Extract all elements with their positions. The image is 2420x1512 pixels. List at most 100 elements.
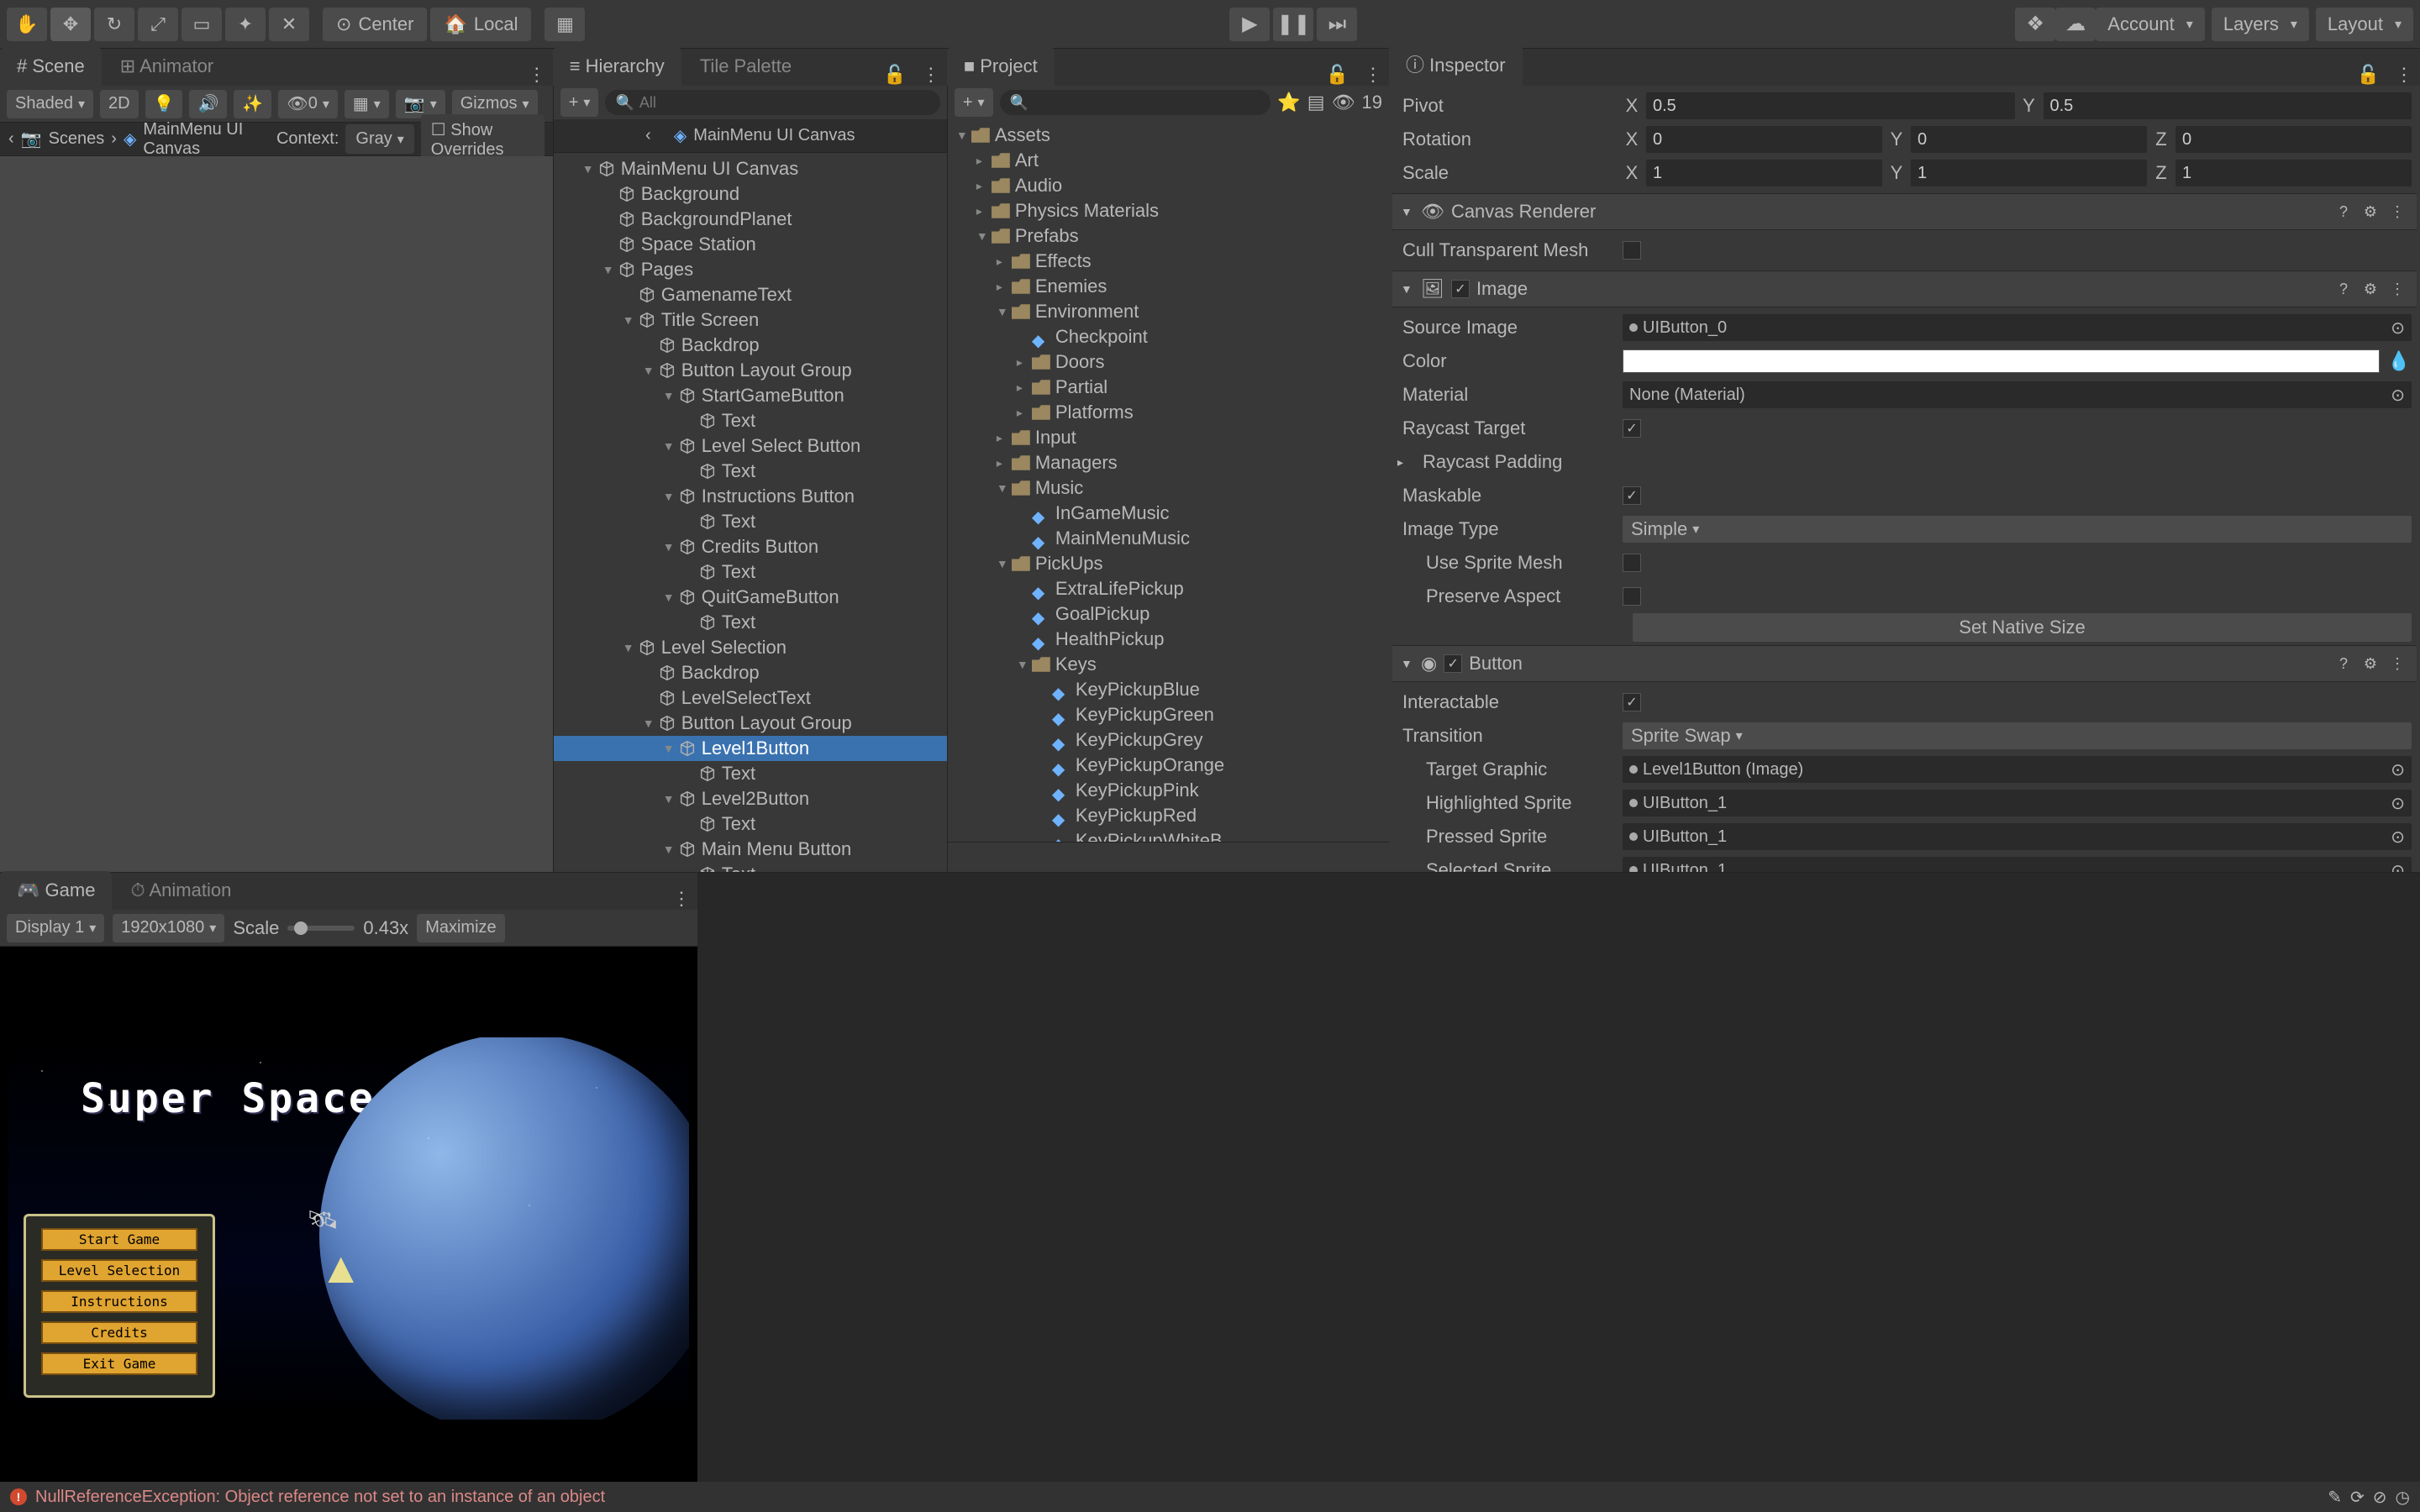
preserve-aspect-checkbox[interactable]	[1623, 587, 1641, 606]
hierarchy-item[interactable]: Space Station	[554, 232, 947, 257]
project-item[interactable]: ▸Physics Materials	[948, 198, 1389, 223]
sprite-mesh-checkbox[interactable]	[1623, 554, 1641, 572]
pivot-x-input[interactable]	[1646, 92, 2015, 119]
project-item[interactable]: KeyPickupBlue	[948, 677, 1389, 702]
resolution-dropdown[interactable]: 1920x1080	[113, 914, 224, 942]
hierarchy-item[interactable]: LevelSelectText	[554, 685, 947, 711]
breadcrumb-scenes[interactable]: Scenes	[49, 129, 105, 149]
console-error[interactable]: NullReferenceException: Object reference…	[35, 1488, 605, 1507]
step-button[interactable]: ⏭	[1317, 8, 1357, 41]
image-type-dropdown[interactable]: Simple	[1623, 516, 2412, 543]
help-icon[interactable]: ?	[2333, 278, 2354, 300]
snap-toggle[interactable]: ▦	[544, 8, 585, 41]
hierarchy-item[interactable]: ▼Button Layout Group	[554, 711, 947, 736]
hierarchy-item[interactable]: Text	[554, 761, 947, 786]
status-icon[interactable]: ⟳	[2350, 1487, 2365, 1508]
2d-toggle[interactable]: 2D	[100, 90, 139, 118]
hierarchy-item[interactable]: ▼Level Selection	[554, 635, 947, 660]
hierarchy-item[interactable]: Text	[554, 862, 947, 872]
hierarchy-item[interactable]: BackgroundPlanet	[554, 207, 947, 232]
cull-checkbox[interactable]	[1623, 241, 1641, 260]
back-icon[interactable]: ‹	[8, 129, 14, 149]
hierarchy-item[interactable]: ▼Title Screen	[554, 307, 947, 333]
target-graphic-field[interactable]: Level1Button (Image)⊙	[1623, 756, 2412, 783]
pressed-sprite-field[interactable]: UIButton_1⊙	[1623, 823, 2412, 850]
project-item[interactable]: KeyPickupOrange	[948, 753, 1389, 778]
scale-y[interactable]	[1911, 160, 2147, 186]
hierarchy-item[interactable]: ▼Instructions Button	[554, 484, 947, 509]
hidden-icon[interactable]: 👁	[1332, 92, 1355, 113]
hierarchy-item[interactable]: ▼Main Menu Button	[554, 837, 947, 862]
project-item[interactable]: Checkpoint	[948, 324, 1389, 349]
project-item[interactable]: ▸Enemies	[948, 274, 1389, 299]
light-icon[interactable]: 💡	[145, 90, 183, 118]
scale-z[interactable]	[2175, 160, 2412, 186]
help-icon[interactable]: ?	[2333, 653, 2354, 675]
game-view[interactable]: Super Space-Stronaut 🛰 ▲ Start GameLevel…	[8, 1037, 689, 1420]
tab-tile-palette[interactable]: Tile Palette	[683, 47, 808, 86]
fx-icon[interactable]: ✨	[234, 90, 271, 118]
project-item[interactable]: KeyPickupGreen	[948, 702, 1389, 727]
project-item[interactable]: ▼Music	[948, 475, 1389, 501]
transition-dropdown[interactable]: Sprite Swap	[1623, 722, 2412, 749]
lock-icon[interactable]: 🔓	[1318, 64, 1357, 86]
menu-icon[interactable]: ⋮	[2386, 653, 2408, 675]
project-item[interactable]: ▼Assets	[948, 123, 1389, 148]
scale-x[interactable]	[1646, 160, 1882, 186]
hierarchy-search-input[interactable]	[639, 94, 930, 112]
project-item[interactable]: ▸Doors	[948, 349, 1389, 375]
grid-dropdown[interactable]: ▦	[345, 90, 389, 118]
hierarchy-item[interactable]: ▼Credits Button	[554, 534, 947, 559]
hierarchy-item[interactable]: ▼Pages	[554, 257, 947, 282]
project-search-input[interactable]	[1034, 94, 1260, 112]
back-icon[interactable]: ‹	[645, 126, 651, 145]
hierarchy-item[interactable]: Background	[554, 181, 947, 207]
project-item[interactable]: ▸Partial	[948, 375, 1389, 400]
project-item[interactable]: KeyPickupGrey	[948, 727, 1389, 753]
hierarchy-item[interactable]: GamenameText	[554, 282, 947, 307]
lock-icon[interactable]: 🔓	[2349, 64, 2388, 86]
tab-animation[interactable]: ⏱ Animation	[113, 871, 248, 910]
help-icon[interactable]: ?	[2333, 201, 2354, 223]
project-item[interactable]: ▸Audio	[948, 173, 1389, 198]
rot-x[interactable]	[1646, 126, 1882, 153]
status-icon[interactable]: ⊘	[2373, 1487, 2387, 1508]
tab-game[interactable]: 🎮 Game	[0, 871, 112, 910]
create-dropdown[interactable]: +	[560, 88, 599, 117]
raycast-padding-foldout[interactable]: Raycast Padding	[1418, 451, 1623, 473]
account-dropdown[interactable]: Account	[2096, 8, 2205, 41]
pivot-toggle[interactable]: ⊙ Center	[323, 8, 427, 41]
pivot-y-input[interactable]	[2044, 92, 2412, 119]
collab-icon[interactable]: ❖	[2015, 8, 2055, 41]
breadcrumb-object[interactable]: MainMenu UI Canvas	[143, 120, 263, 159]
play-button[interactable]: ▶	[1229, 8, 1270, 41]
project-item[interactable]: ▸Input	[948, 425, 1389, 450]
favorite-icon[interactable]: ⭐	[1277, 92, 1300, 113]
project-item[interactable]: ▸Art	[948, 148, 1389, 173]
hierarchy-item[interactable]: ▼Button Layout Group	[554, 358, 947, 383]
project-item[interactable]: GoalPickup	[948, 601, 1389, 627]
button-enabled-checkbox[interactable]: ✓	[1444, 654, 1462, 673]
maximize-button[interactable]: Maximize	[417, 914, 504, 942]
hierarchy-item[interactable]: Backdrop	[554, 660, 947, 685]
project-item[interactable]: KeyPickupPink	[948, 778, 1389, 803]
hierarchy-item[interactable]: Text	[554, 811, 947, 837]
project-item[interactable]: KeyPickupRed	[948, 803, 1389, 828]
custom-tool[interactable]: ✕	[269, 8, 309, 41]
tab-animator[interactable]: ⊞ Animator	[103, 47, 230, 86]
move-tool[interactable]: ✥	[50, 8, 91, 41]
hierarchy-item[interactable]: ▼QuitGameButton	[554, 585, 947, 610]
layout-dropdown[interactable]: Layout	[2316, 8, 2413, 41]
layers-dropdown[interactable]: Layers	[2212, 8, 2309, 41]
highlighted-sprite-field[interactable]: UIButton_1⊙	[1623, 790, 2412, 816]
display-dropdown[interactable]: Display 1	[7, 914, 104, 942]
project-item[interactable]: KeyPickupWhiteB	[948, 828, 1389, 842]
hierarchy-item[interactable]: ▼StartGameButton	[554, 383, 947, 408]
panel-menu-icon[interactable]: ⋮	[2388, 64, 2420, 86]
canvas-renderer-header[interactable]: ▼👁 Canvas Renderer?⚙⋮	[1392, 193, 2417, 230]
scale-slider[interactable]	[287, 926, 355, 931]
status-icon[interactable]: ◷	[2396, 1487, 2410, 1508]
project-item[interactable]: ▸Effects	[948, 249, 1389, 274]
lock-icon[interactable]: 🔓	[875, 64, 914, 86]
hierarchy-item[interactable]: Text	[554, 408, 947, 433]
